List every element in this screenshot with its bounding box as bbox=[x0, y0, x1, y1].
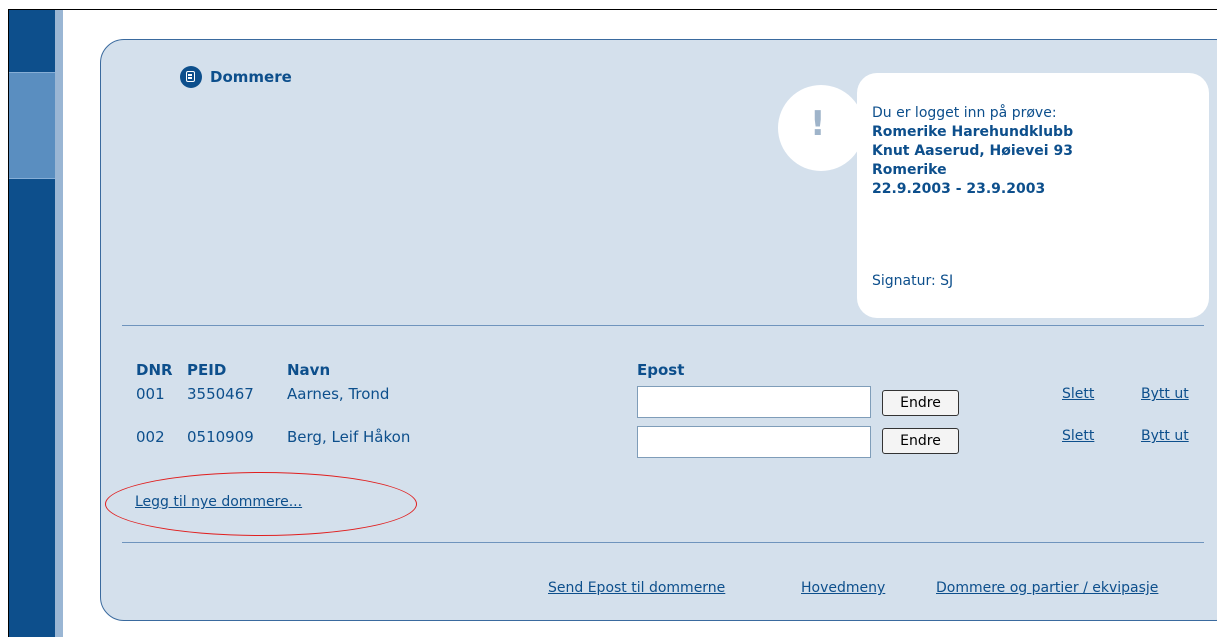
page-title: Dommere bbox=[210, 68, 292, 86]
row-dnr: 002 bbox=[136, 428, 165, 446]
slett-link[interactable]: Slett bbox=[1062, 428, 1094, 444]
rail-edge bbox=[55, 9, 63, 637]
rail-divider bbox=[9, 72, 55, 73]
endre-button[interactable]: Endre bbox=[882, 428, 959, 454]
column-header-dnr: DNR bbox=[136, 361, 173, 379]
rail-divider bbox=[9, 178, 55, 179]
endre-button[interactable]: Endre bbox=[882, 390, 959, 416]
signature: Signatur: SJ bbox=[872, 273, 954, 289]
row-peid: 0510909 bbox=[187, 428, 254, 446]
judges-parties-link[interactable]: Dommere og partier / ekvipasje bbox=[936, 580, 1158, 596]
divider bbox=[122, 325, 1204, 326]
club-region: Romerike bbox=[872, 162, 947, 178]
add-judges-link[interactable]: Legg til nye dommere... bbox=[135, 494, 302, 510]
frame-left-border bbox=[8, 9, 9, 637]
column-header-navn: Navn bbox=[287, 361, 331, 379]
bytt-ut-link[interactable]: Bytt ut bbox=[1141, 428, 1189, 444]
main-menu-link[interactable]: Hovedmeny bbox=[801, 580, 885, 596]
column-header-peid: PEID bbox=[187, 361, 227, 379]
club-name: Romerike Harehundklubb bbox=[872, 124, 1074, 140]
login-intro: Du er logget inn på prøve: bbox=[872, 105, 1057, 121]
left-rail-tab[interactable] bbox=[9, 73, 55, 178]
row-dnr: 001 bbox=[136, 385, 165, 403]
frame-top-border bbox=[9, 9, 1217, 10]
row-peid: 3550467 bbox=[187, 385, 254, 403]
row-name: Berg, Leif Håkon bbox=[287, 428, 411, 446]
email-field[interactable] bbox=[637, 386, 871, 418]
column-header-epost: Epost bbox=[637, 361, 685, 379]
login-info: Du er logget inn på prøve: Romerike Hare… bbox=[872, 104, 1073, 199]
exclamation-icon: ! bbox=[810, 104, 826, 144]
divider bbox=[122, 542, 1204, 543]
row-name: Aarnes, Trond bbox=[287, 385, 390, 403]
send-email-link[interactable]: Send Epost til dommerne bbox=[548, 580, 725, 596]
email-field[interactable] bbox=[637, 426, 871, 458]
bytt-ut-link[interactable]: Bytt ut bbox=[1141, 386, 1189, 402]
slett-link[interactable]: Slett bbox=[1062, 386, 1094, 402]
club-address: Knut Aaserud, Høievei 93 bbox=[872, 143, 1073, 159]
trial-dates: 22.9.2003 - 23.9.2003 bbox=[872, 181, 1046, 197]
document-icon bbox=[180, 66, 202, 88]
